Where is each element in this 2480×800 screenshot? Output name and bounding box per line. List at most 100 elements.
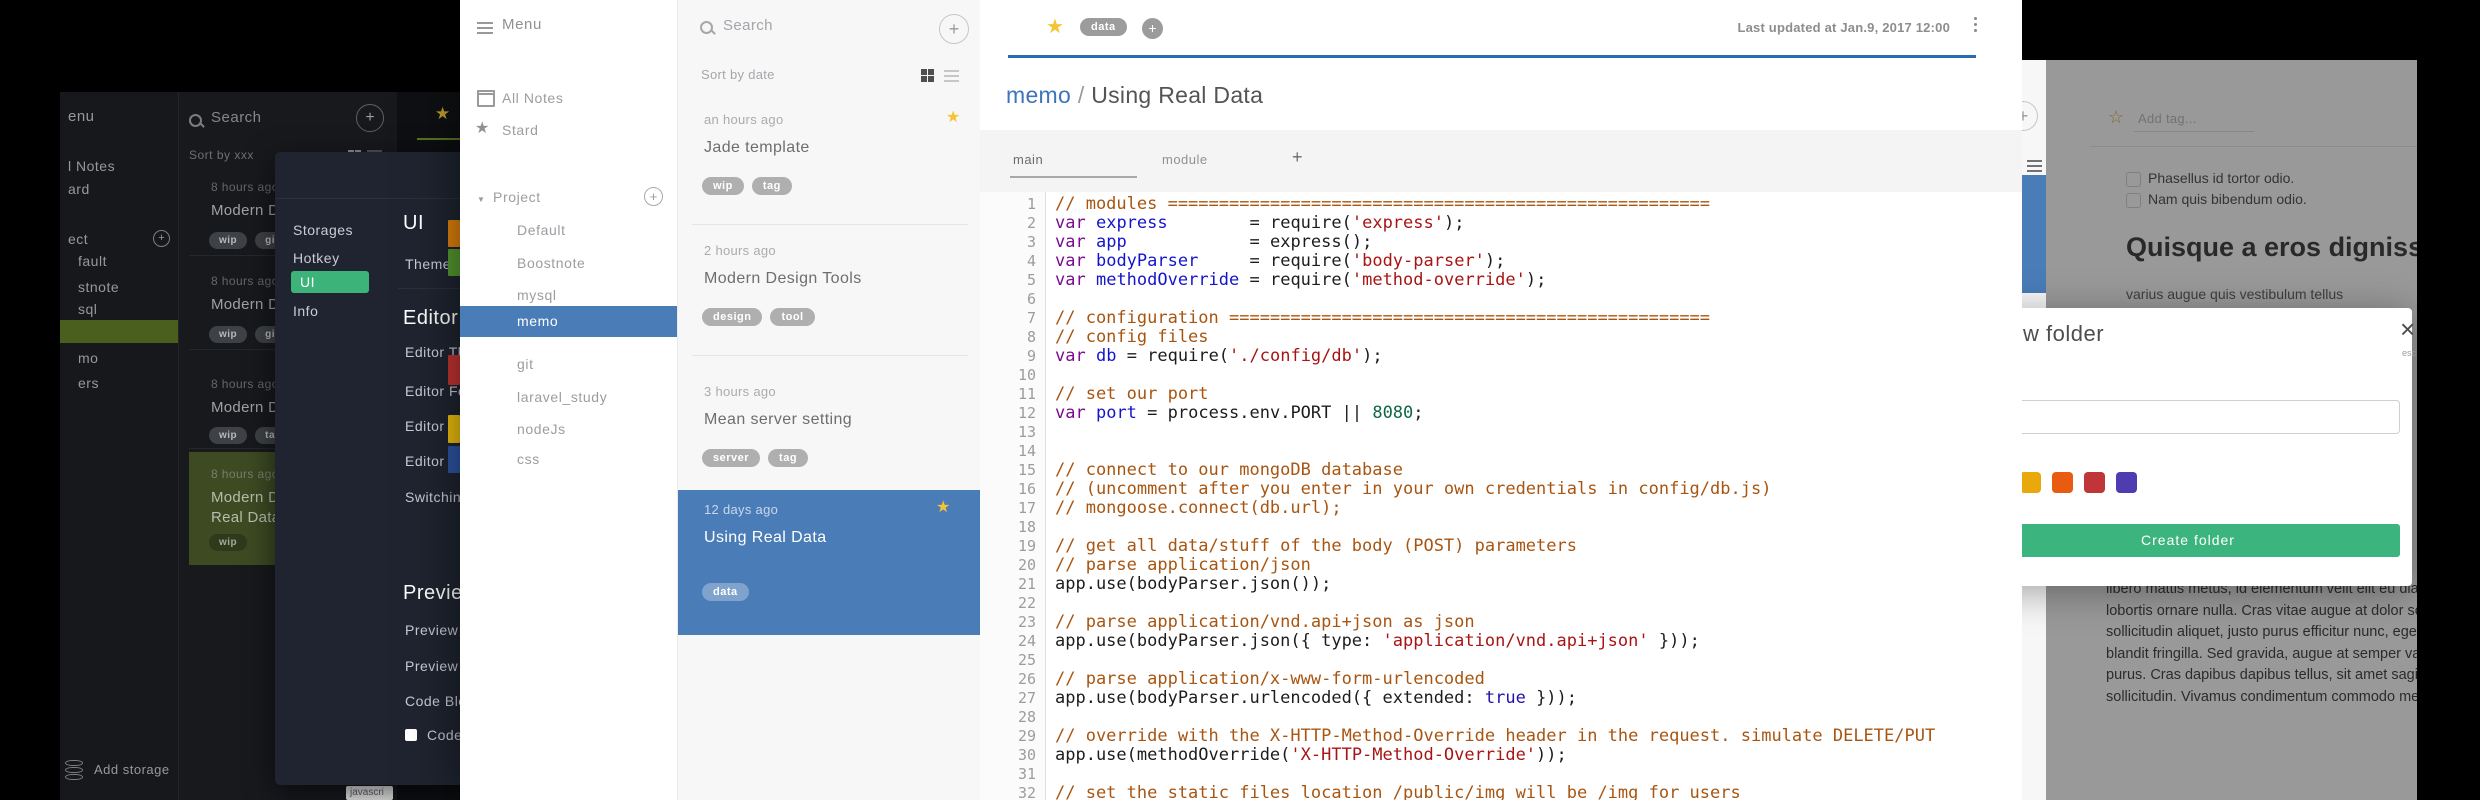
dark-all-notes-item[interactable]: l Notes bbox=[68, 158, 115, 174]
dark-folder-item[interactable]: sql bbox=[78, 301, 97, 317]
all-notes-icon bbox=[477, 90, 495, 107]
code-editor[interactable]: 1 2 3 4 5 6 7 8 9 10 11 12 13 14 15 16 17 18 19 20 21 22 23 24 2… bbox=[980, 192, 2022, 800]
folder-color-swatch[interactable] bbox=[2116, 472, 2137, 493]
sidebar-folder-nodejs[interactable]: nodeJs bbox=[517, 421, 566, 437]
dark-menu-label[interactable]: enu bbox=[68, 108, 95, 125]
menu-icon[interactable] bbox=[477, 22, 493, 37]
note-tags: wip bbox=[209, 532, 255, 551]
note-title: Modern Design Tools bbox=[704, 270, 862, 287]
note-item[interactable]: 2 hours ago Modern Design Tools design to… bbox=[678, 231, 981, 356]
settings-preview-heading: Previe bbox=[403, 582, 463, 604]
main-window: Menu All Notes Stard Project Default Boo… bbox=[460, 0, 2022, 800]
dark-folder-item[interactable]: ers bbox=[78, 375, 99, 391]
folder-color-swatch[interactable] bbox=[2022, 472, 2041, 493]
active-tab-underline bbox=[1010, 176, 1137, 178]
add-tag-button[interactable] bbox=[1142, 18, 1163, 39]
modal-title: w folder bbox=[2023, 321, 2105, 346]
search-input[interactable]: Search bbox=[723, 17, 773, 34]
dark-folder-item[interactable]: mo bbox=[78, 350, 98, 366]
code-line: // mongoose.connect(db.url); bbox=[1055, 498, 1342, 518]
folder-color-swatch[interactable] bbox=[2052, 472, 2073, 493]
sidebar-item-all-notes[interactable]: All Notes bbox=[502, 90, 563, 106]
note-tags: design tool bbox=[702, 307, 823, 326]
project-header[interactable]: Project bbox=[493, 189, 541, 205]
folder-color-swatch[interactable] bbox=[2084, 472, 2105, 493]
search-icon bbox=[189, 114, 205, 130]
new-note-button[interactable] bbox=[939, 14, 969, 44]
tag-pill: tag bbox=[751, 177, 792, 195]
nav-label: UI bbox=[300, 274, 315, 290]
dark-new-folder-icon[interactable] bbox=[153, 230, 170, 247]
code-line: app.use(bodyParser.json()); bbox=[1055, 574, 1332, 594]
sidebar-folder-boostnote[interactable]: Boostnote bbox=[517, 255, 585, 271]
close-icon[interactable]: × bbox=[2400, 314, 2415, 345]
note-time: 8 hours ago bbox=[211, 274, 279, 288]
dark-sort-selector[interactable]: Sort by xxx bbox=[189, 148, 254, 162]
code-line: app.use(bodyParser.json({ type: 'applica… bbox=[1055, 631, 1700, 651]
dark-add-storage-button[interactable]: Add storage bbox=[94, 762, 170, 777]
code-lines: // modules =============================… bbox=[1047, 195, 2022, 800]
grid-view-icon[interactable] bbox=[921, 69, 934, 82]
code-line: // modules =============================… bbox=[1055, 194, 1711, 214]
add-folder-button[interactable] bbox=[644, 187, 663, 206]
settings-nav-ui-selected[interactable]: UI bbox=[291, 271, 369, 293]
folder-name-input[interactable] bbox=[2022, 400, 2400, 434]
star-toggle-icon[interactable] bbox=[1046, 14, 1064, 39]
dark-folder-item[interactable]: stnote bbox=[78, 279, 119, 295]
menu-label[interactable]: Menu bbox=[502, 16, 542, 33]
code-line: // parse application/vnd.api+json as jso… bbox=[1055, 612, 1475, 632]
settings-theme-label: Theme bbox=[405, 256, 452, 272]
dark-folder-item[interactable]: fault bbox=[78, 253, 107, 269]
sort-selector[interactable]: Sort by date bbox=[701, 67, 775, 82]
star-icon[interactable] bbox=[936, 497, 950, 517]
sidebar-folder-css[interactable]: css bbox=[517, 451, 540, 467]
sidebar-folder-git[interactable]: git bbox=[517, 356, 534, 372]
note-time: an hours ago bbox=[704, 112, 784, 127]
tag-pill: wip bbox=[702, 177, 744, 195]
settings-section-heading: UI bbox=[403, 212, 424, 234]
note-title: Mean server setting bbox=[704, 411, 853, 428]
chevron-down-icon[interactable] bbox=[477, 189, 485, 207]
checkbox[interactable] bbox=[405, 729, 417, 741]
dark-new-note-button[interactable] bbox=[356, 104, 384, 132]
create-folder-button[interactable]: Create folder bbox=[2022, 524, 2400, 557]
tab-main-active[interactable]: main bbox=[1013, 152, 1043, 167]
code-line: // set the static files location /public… bbox=[1055, 783, 1741, 800]
note-tag-badge[interactable]: data bbox=[1080, 18, 1127, 36]
settings-editor-heading: Editor bbox=[403, 307, 459, 329]
settings-nav-info[interactable]: Info bbox=[293, 303, 318, 319]
kebab-menu-icon[interactable] bbox=[1974, 17, 1977, 35]
code-line: // configuration =======================… bbox=[1055, 308, 1711, 328]
color-swatch-row bbox=[2022, 472, 2148, 498]
new-tab-button[interactable]: + bbox=[1292, 147, 1303, 168]
list-view-icon[interactable] bbox=[944, 70, 959, 85]
note-time: 8 hours ago bbox=[211, 467, 279, 481]
star-icon[interactable] bbox=[946, 107, 960, 127]
settings-nav-hotkey[interactable]: Hotkey bbox=[293, 250, 340, 266]
dark-folder-item-selected[interactable] bbox=[60, 320, 178, 343]
dark-project-header[interactable]: ect bbox=[68, 231, 88, 247]
settings-nav-storages[interactable]: Storages bbox=[293, 222, 353, 238]
dark-search-input[interactable]: Search bbox=[211, 109, 262, 126]
code-line: // parse application/x-www-form-urlencod… bbox=[1055, 669, 1485, 689]
dark-starred-item[interactable]: ard bbox=[68, 181, 90, 197]
sidebar-folder-memo-selected[interactable]: memo bbox=[460, 306, 677, 337]
note-item-selected[interactable] bbox=[2022, 175, 2046, 293]
sidebar-folder-mysql[interactable]: mysql bbox=[517, 287, 557, 303]
list-view-icon[interactable] bbox=[2027, 160, 2042, 175]
star-icon[interactable] bbox=[435, 104, 450, 124]
note-item[interactable]: 3 hours ago Mean server setting server ta… bbox=[678, 372, 981, 490]
breadcrumb-folder[interactable]: memo bbox=[1006, 82, 1071, 108]
note-item-selected[interactable]: 12 days ago Using Real Data data bbox=[678, 490, 981, 635]
note-item[interactable]: an hours ago Jade template wiptag bbox=[678, 100, 981, 225]
new-note-button[interactable] bbox=[2022, 101, 2038, 131]
sidebar-folder-laravel[interactable]: laravel_study bbox=[517, 389, 607, 405]
sidebar-item-starred[interactable]: Stard bbox=[502, 122, 538, 138]
note-time: 3 hours ago bbox=[704, 384, 776, 399]
sidebar-folder-default[interactable]: Default bbox=[517, 222, 566, 238]
code-line: // parse application/json bbox=[1055, 555, 1311, 575]
tab-module[interactable]: module bbox=[1162, 152, 1208, 167]
code-mode-selector[interactable]: javascri bbox=[346, 786, 393, 800]
